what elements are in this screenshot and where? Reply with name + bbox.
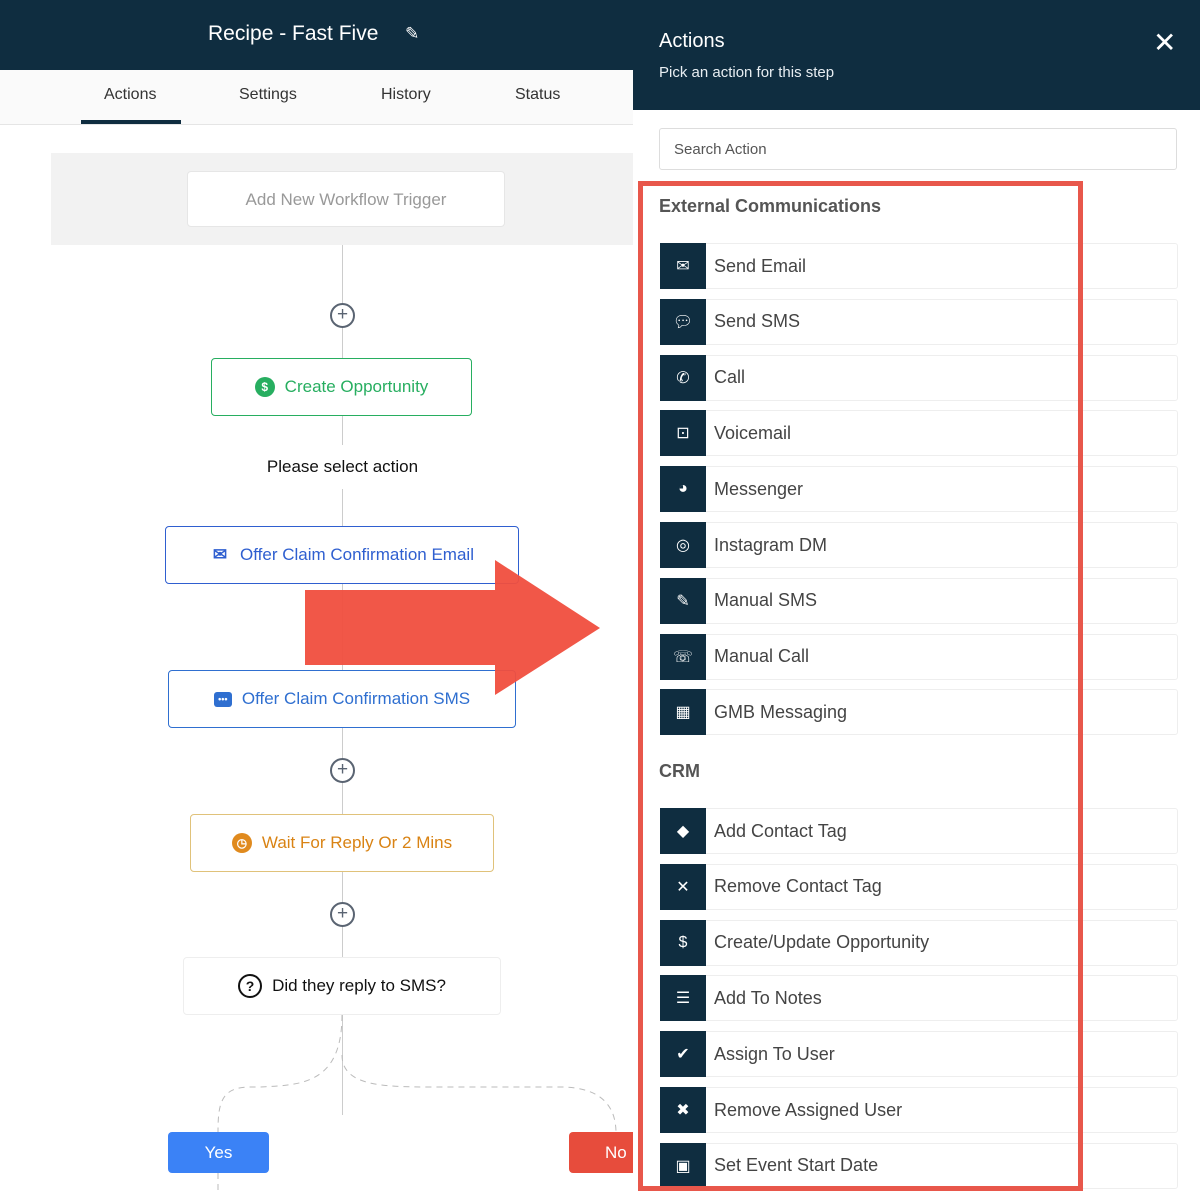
action-label: Set Event Start Date [714, 1155, 879, 1176]
workflow-header: Recipe - Fast Five ✎ [0, 0, 633, 70]
action-label: GMB Messaging [714, 701, 848, 722]
action-item-messenger[interactable]: ◕ Messenger [660, 466, 1178, 513]
branch-label: Yes [204, 1142, 233, 1162]
panel-title: Actions [659, 30, 725, 52]
user-remove-icon: ✖ [660, 1087, 706, 1133]
action-label: Call [714, 367, 746, 388]
action-label: Remove Contact Tag [714, 876, 882, 897]
add-step-plus-icon[interactable]: + [330, 902, 355, 927]
dollar-icon: $ [254, 377, 275, 397]
branch-label: No [605, 1142, 627, 1162]
action-item-remove-contact-tag[interactable]: ✕ Remove Contact Tag [660, 863, 1178, 910]
action-item-call[interactable]: ✆ Call [660, 354, 1178, 401]
add-trigger-button[interactable]: Add New Workflow Trigger [187, 171, 505, 227]
search-action-input[interactable] [659, 128, 1177, 170]
action-label: Messenger [714, 478, 804, 499]
voicemail-icon: ⊡ [660, 410, 706, 457]
tab-settings[interactable]: Settings [239, 86, 297, 104]
step-label: Did they reply to SMS? [272, 976, 446, 995]
action-item-assign-to-user[interactable]: ✔ Assign To User [660, 1031, 1178, 1078]
instagram-icon: ◎ [660, 522, 706, 568]
section-heading: External Communications [659, 196, 882, 216]
tab-history[interactable]: History [381, 86, 431, 104]
panel-header: Actions Pick an action for this step ✕ [633, 0, 1200, 110]
step-label: Create Opportunity [284, 377, 429, 396]
action-item-manual-call[interactable]: ☏ Manual Call [660, 633, 1178, 680]
action-item-send-email[interactable]: ✉ Send Email [660, 243, 1178, 289]
tag-icon: ◆ [660, 808, 706, 854]
clock-icon: ◷ [231, 833, 252, 853]
action-label: Remove Assigned User [714, 1099, 903, 1120]
actions-panel: Actions Pick an action for this step ✕ E… [633, 0, 1200, 1191]
action-label: Add To Notes [714, 987, 822, 1008]
branch-yes-button[interactable]: Yes [168, 1132, 269, 1173]
step-condition[interactable]: ? Did they reply to SMS? [183, 957, 501, 1015]
panel-subtitle: Pick an action for this step [659, 64, 835, 81]
action-label: Send Email [714, 255, 807, 276]
active-tab-indicator [81, 120, 181, 124]
section-heading: CRM [659, 761, 700, 781]
action-label: Create/Update Opportunity [714, 932, 930, 953]
user-check-icon: ✔ [660, 1031, 706, 1078]
action-item-send-sms[interactable]: 💬︎ Send SMS [660, 298, 1178, 345]
store-icon: ▦ [660, 689, 706, 736]
action-item-voicemail[interactable]: ⊡ Voicemail [660, 410, 1178, 457]
branch-no-button[interactable]: No [569, 1132, 633, 1173]
workflow-editor: Recipe - Fast Five ✎ Actions Settings Hi… [0, 0, 633, 1191]
workflow-title: Recipe - Fast Five [208, 22, 379, 45]
action-label: Assign To User [714, 1043, 835, 1064]
chat-icon: ••• [213, 691, 232, 707]
action-label: Send SMS [714, 311, 801, 332]
edit-message-icon: ✎ [660, 577, 706, 624]
step-wait[interactable]: ◷ Wait For Reply Or 2 Mins [190, 814, 494, 872]
calendar-icon: ▣ [660, 1142, 706, 1189]
action-item-gmb-messaging[interactable]: ▦ GMB Messaging [660, 689, 1178, 736]
add-step-plus-icon[interactable]: + [330, 303, 355, 328]
action-item-add-to-notes[interactable]: ☰ Add To Notes [660, 975, 1178, 1022]
action-item-set-event-start-date[interactable]: ▣ Set Event Start Date [660, 1142, 1178, 1189]
envelope-icon: ✉ [212, 545, 228, 564]
close-icon[interactable]: ✕ [1153, 26, 1176, 59]
step-placeholder[interactable]: Please select action [250, 445, 435, 489]
tab-status[interactable]: Status [515, 86, 560, 104]
step-label: Please select action [266, 457, 419, 476]
pencil-icon[interactable]: ✎ [405, 24, 419, 44]
phone-circle-icon: ☏ [660, 633, 706, 680]
action-item-create-update-opportunity[interactable]: $ Create/Update Opportunity [660, 919, 1178, 966]
chat-bubble-icon: 💬︎ [660, 298, 706, 345]
question-icon: ? [238, 974, 263, 998]
action-item-manual-sms[interactable]: ✎ Manual SMS [660, 577, 1178, 624]
tab-actions[interactable]: Actions [104, 86, 156, 104]
tab-bar: Actions Settings History Status [0, 70, 633, 125]
action-label: Manual Call [714, 646, 810, 667]
note-icon: ☰ [660, 975, 706, 1022]
step-create-opportunity[interactable]: $ Create Opportunity [211, 358, 472, 416]
step-label: Wait For Reply Or 2 Mins [261, 833, 453, 852]
dollar-icon: $ [660, 919, 706, 966]
branch-lines [217, 1015, 617, 1191]
messenger-icon: ◕ [660, 466, 706, 513]
action-item-add-contact-tag[interactable]: ◆ Add Contact Tag [660, 808, 1178, 854]
action-label: Voicemail [714, 422, 792, 443]
action-label: Instagram DM [714, 534, 828, 555]
add-step-plus-icon[interactable]: + [330, 758, 355, 783]
envelope-open-icon: ✉ [660, 243, 706, 289]
action-label: Add Contact Tag [714, 820, 847, 841]
action-label: Manual SMS [714, 590, 818, 611]
action-item-instagram-dm[interactable]: ◎ Instagram DM [660, 522, 1178, 568]
tag-remove-icon: ✕ [660, 863, 706, 910]
red-arrow-annotation [305, 560, 600, 695]
phone-icon: ✆ [660, 354, 706, 401]
action-item-remove-assigned-user[interactable]: ✖ Remove Assigned User [660, 1087, 1178, 1133]
